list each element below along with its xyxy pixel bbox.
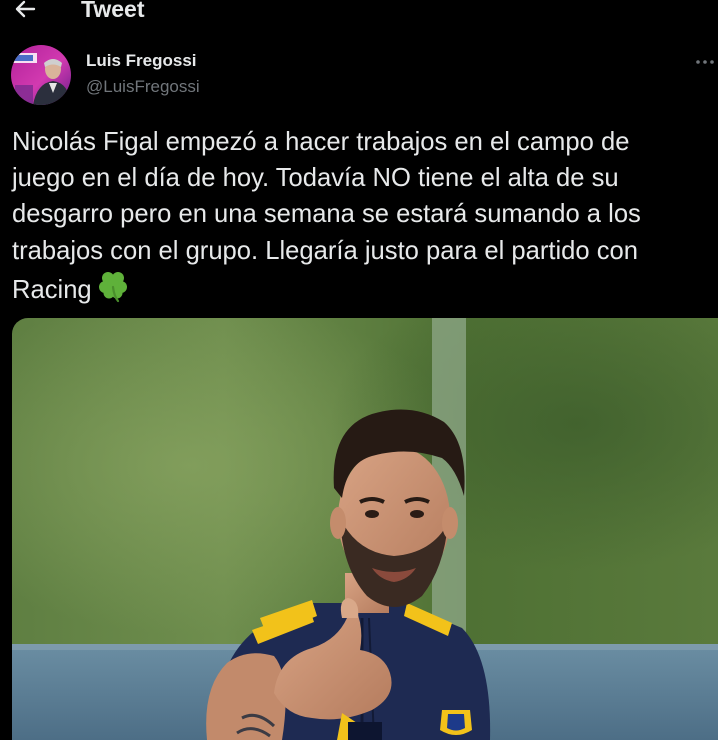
arrow-left-icon: [15, 0, 36, 18]
author-handle[interactable]: @LuisFregossi: [86, 76, 200, 98]
player-photo: [12, 318, 718, 740]
tweet-text: Nicolás Figal empezó a hacer trabajos en…: [12, 124, 718, 313]
tweet-text-line: Nicolás Figal empezó a hacer trabajos en…: [12, 128, 630, 156]
tweet-text-line-last: Racing: [12, 269, 718, 313]
tweet-media-photo[interactable]: [12, 318, 718, 740]
avatar-image: [11, 45, 71, 105]
more-horizontal-icon: [696, 60, 714, 64]
tweet-text-line: juego en el día de hoy. Todavía NO tiene…: [12, 164, 619, 193]
author-name[interactable]: Luis Fregossi: [86, 50, 197, 72]
more-options-button[interactable]: [692, 52, 718, 72]
tweet-header: Tweet: [0, 0, 718, 26]
shamrock-emoji: [96, 269, 130, 313]
avatar[interactable]: [11, 45, 71, 105]
tweet-text-line: desgarro pero en una semana se estará su…: [12, 200, 641, 229]
tweet-text-word: Racing: [12, 275, 92, 304]
back-button[interactable]: [10, 0, 40, 24]
page-title: Tweet: [81, 0, 145, 22]
tweet-text-line: trabajos con el grupo. Llegaría justo pa…: [12, 236, 639, 265]
